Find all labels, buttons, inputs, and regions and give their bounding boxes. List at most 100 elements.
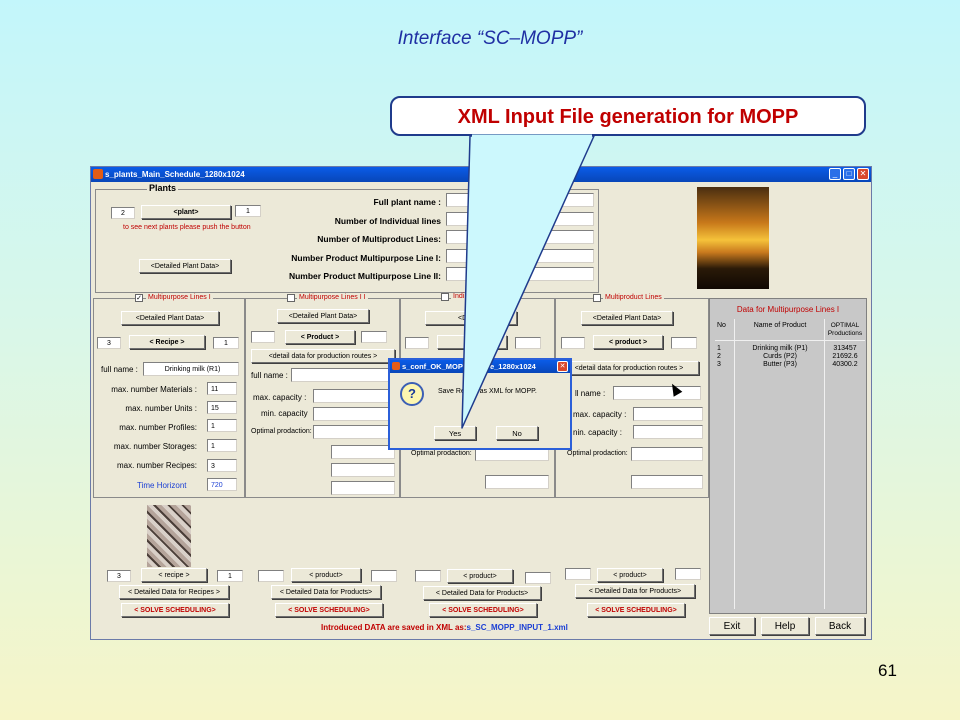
plant-count-field[interactable]: 2 xyxy=(111,207,135,219)
col3-extra-field[interactable] xyxy=(485,475,549,489)
col4-min-capacity-label: nin. capacity : xyxy=(573,428,622,437)
detailed-recipes-button[interactable]: < Detailed Data for Recipes > xyxy=(119,585,229,599)
product-count-field[interactable] xyxy=(251,331,275,343)
max-materials-field[interactable]: 11 xyxy=(207,382,237,395)
pills-photo xyxy=(147,505,191,567)
multiproduct-lines-checkbox[interactable] xyxy=(593,294,601,302)
table-row-no: 1 xyxy=(717,345,721,352)
close-button[interactable]: ✕ xyxy=(857,168,869,180)
bottom-col4-product-button[interactable]: < product> xyxy=(597,568,663,582)
col4-min-capacity-field[interactable] xyxy=(633,425,703,439)
dialog-close-button[interactable]: ✕ xyxy=(557,361,568,372)
max-recipes-field[interactable]: 3 xyxy=(207,459,237,472)
col2-detail-button[interactable]: <Detailed Plant Data> xyxy=(277,309,369,323)
multipurpose-line-1-field[interactable] xyxy=(446,249,594,263)
col2-min-capacity-field[interactable] xyxy=(313,407,395,421)
exit-button[interactable]: Exit xyxy=(709,617,755,635)
max-units-field[interactable]: 15 xyxy=(207,401,237,414)
max-materials-label: max. number Materials : xyxy=(111,385,197,394)
col-header-optimal: OPTIMAL Productions xyxy=(827,322,863,337)
no-button[interactable]: No xyxy=(496,426,538,440)
individual-lines-checkbox[interactable] xyxy=(441,293,449,301)
col4-full-name-field[interactable] xyxy=(613,386,701,400)
recipe-count-field[interactable]: 3 xyxy=(97,337,121,349)
detailed-products-button-3[interactable]: < Detailed Data for Products> xyxy=(423,586,541,600)
solve-scheduling-button-1[interactable]: < SOLVE SCHEDULING> xyxy=(121,603,229,617)
recipe-nav-button[interactable]: < Recipe > xyxy=(129,335,205,349)
plant-detail-button[interactable]: <Detailed Plant Data> xyxy=(139,259,231,273)
col3-optimal-label: Optimal prodaction: xyxy=(411,450,472,457)
product-index-field[interactable] xyxy=(361,331,387,343)
multipurpose-2-checkbox[interactable] xyxy=(287,294,295,302)
bottom-col4-count-field[interactable] xyxy=(565,568,591,580)
col2-extra-field-1[interactable] xyxy=(331,445,395,459)
bottom-recipe-nav-button[interactable]: < recipe > xyxy=(141,568,207,582)
saved-status-label: Introduced DATA are saved in XML as: xyxy=(321,623,467,632)
dialog-matlab-icon xyxy=(392,362,400,370)
detailed-products-button-4[interactable]: < Detailed Data for Products> xyxy=(575,584,695,598)
help-button[interactable]: Help xyxy=(761,617,809,635)
col1-full-name-field[interactable]: Drinking milk (R1) xyxy=(143,362,239,376)
full-plant-name-field[interactable] xyxy=(446,193,594,207)
col4-routes-button[interactable]: <detail data for production routes > xyxy=(559,361,699,375)
col4-index-field[interactable] xyxy=(671,337,697,349)
solve-scheduling-button-4[interactable]: < SOLVE SCHEDULING> xyxy=(587,603,685,617)
multipurpose-line-2-label: Number Product Multipurpose Line II: xyxy=(288,271,441,281)
col3-detail-button[interactable]: <Detaile xyxy=(425,311,517,325)
bottom-col3-product-button[interactable]: < product> xyxy=(447,569,513,583)
col3-count-field[interactable] xyxy=(405,337,429,349)
multipurpose-line-2-field[interactable] xyxy=(446,267,594,281)
yes-button[interactable]: Yes xyxy=(434,426,476,440)
bottom-recipe-index-field[interactable]: 1 xyxy=(217,570,243,582)
col2-max-capacity-field[interactable] xyxy=(313,389,395,403)
col4-detail-button[interactable]: <Detailed Plant Data> xyxy=(581,311,673,325)
col3-product-button[interactable]: < p xyxy=(437,335,507,349)
col2-min-capacity-label: min. capacity xyxy=(261,409,308,418)
bottom-col3-index-field[interactable] xyxy=(525,572,551,584)
col2-optimal-field[interactable] xyxy=(313,425,395,439)
detailed-products-button-2[interactable]: < Detailed Data for Products> xyxy=(271,585,381,599)
col4-max-capacity-field[interactable] xyxy=(633,407,703,421)
time-horizont-field[interactable]: 720 xyxy=(207,478,237,491)
individual-lines-field[interactable] xyxy=(446,212,594,226)
bottom-col2-product-button[interactable]: < product> xyxy=(291,568,361,582)
plant-nav-button[interactable]: <plant> xyxy=(141,205,231,219)
window-title: s_plants_Main_Schedule_1280x1024 xyxy=(105,170,245,179)
multiproduct-lines-title: Multiproduct Lines xyxy=(603,294,664,301)
col4-product-button[interactable]: < product > xyxy=(593,335,663,349)
slide-title: Interface “SC–MOPP” xyxy=(397,28,583,49)
table-row-name: Drinking milk (P1) xyxy=(752,345,808,352)
solve-scheduling-button-3[interactable]: < SOLVE SCHEDULING> xyxy=(429,603,537,617)
saved-status-file: s_SC_MOPP_INPUT_1.xml xyxy=(466,623,568,632)
col4-optimal-field[interactable] xyxy=(631,447,703,461)
bottom-col4-index-field[interactable] xyxy=(675,568,701,580)
col3-index-field[interactable] xyxy=(515,337,541,349)
product-nav-button[interactable]: < Product > xyxy=(285,330,355,344)
col4-count-field[interactable] xyxy=(561,337,585,349)
results-table-title: Data for Multipurpose Lines I xyxy=(736,305,840,314)
multiproduct-lines-field[interactable] xyxy=(446,230,594,244)
col2-extra-field-2[interactable] xyxy=(331,463,395,477)
multipurpose-1-checkbox[interactable]: ✓ xyxy=(135,294,143,302)
bottom-col2-count-field[interactable] xyxy=(258,570,284,582)
max-profiles-label: max. number Profiles: xyxy=(119,423,197,432)
max-profiles-field[interactable]: 1 xyxy=(207,419,237,432)
solve-scheduling-button-2[interactable]: < SOLVE SCHEDULING> xyxy=(275,603,383,617)
back-button[interactable]: Back xyxy=(815,617,865,635)
col1-full-name-label: full name : xyxy=(101,365,138,374)
bottom-col3-count-field[interactable] xyxy=(415,570,441,582)
multipurpose-line-1-label: Number Product Multipurpose Line I: xyxy=(291,253,441,263)
col2-extra-field-3[interactable] xyxy=(331,481,395,495)
col2-full-name-field[interactable] xyxy=(291,368,395,382)
col2-routes-button[interactable]: <detail data for production routes > xyxy=(251,349,395,363)
col1-detail-button[interactable]: <Detailed Plant Data> xyxy=(121,311,219,325)
bottom-col2-index-field[interactable] xyxy=(371,570,397,582)
individual-lines-label: Number of Individual lines xyxy=(334,216,441,226)
col4-extra-field[interactable] xyxy=(631,475,703,489)
minimize-button[interactable]: _ xyxy=(829,168,841,180)
recipe-index-field[interactable]: 1 xyxy=(213,337,239,349)
slide-number: 61 xyxy=(878,661,897,680)
bottom-recipe-count-field[interactable]: 3 xyxy=(107,570,131,582)
maximize-button[interactable]: □ xyxy=(843,168,855,180)
max-storages-field[interactable]: 1 xyxy=(207,439,237,452)
